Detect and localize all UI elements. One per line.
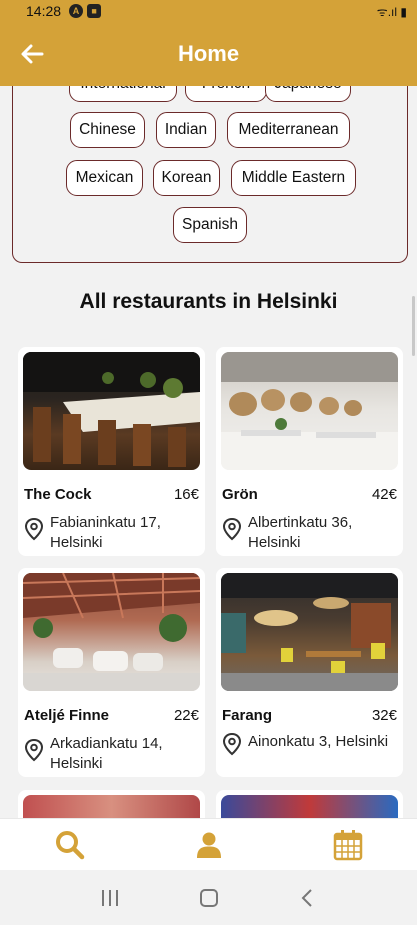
scroll-indicator: [412, 296, 415, 356]
restaurant-photo: [221, 352, 398, 470]
chip-mexican[interactable]: Mexican: [66, 160, 143, 196]
restaurant-price: 42€: [371, 486, 397, 503]
back-icon[interactable]: [297, 887, 319, 909]
restaurant-photo: [23, 352, 200, 470]
location-pin-icon: [222, 517, 242, 541]
section-title: All restaurants in Helsinki: [79, 290, 338, 313]
page-title: Home: [177, 41, 240, 66]
status-indicators: ᯤ.ıl ▮: [376, 4, 407, 19]
restaurant-name: The Cock: [24, 486, 92, 503]
restaurant-name: Farang: [222, 707, 273, 724]
back-arrow-icon[interactable]: [18, 40, 46, 68]
restaurant-address: Ainonkatu 3, Helsinki: [248, 733, 389, 750]
restaurant-address: Arkadiankatu 14, Helsinki: [50, 735, 163, 772]
restaurant-name: Grön: [222, 486, 258, 503]
nav-calendar-button[interactable]: [318, 822, 378, 868]
chip-chinese[interactable]: Chinese: [70, 112, 145, 148]
recent-apps-icon[interactable]: [99, 888, 121, 908]
calendar-icon: [333, 829, 362, 860]
restaurant-photo: [221, 573, 398, 691]
restaurant-photo: [23, 573, 200, 691]
cuisine-filter-panel: International French Japanese Chinese In…: [12, 60, 408, 263]
bottom-navigation: [0, 818, 417, 870]
restaurant-address: Albertinkatu 36, Helsinki: [248, 514, 353, 551]
restaurant-price: 22€: [173, 707, 199, 724]
status-bar: 14:28 A ■ ᯤ.ıl ▮: [0, 0, 417, 22]
location-pin-icon: [24, 738, 44, 762]
app-icon: ■: [87, 4, 102, 18]
restaurant-price: 32€: [371, 707, 397, 724]
chip-middle-eastern[interactable]: Middle Eastern: [231, 160, 356, 196]
home-icon[interactable]: [198, 887, 220, 909]
restaurant-card[interactable]: Ateljé Finne 22€ Arkadiankatu 14, Helsin…: [18, 568, 205, 777]
system-navigation-bar: [0, 870, 417, 925]
app-bar: Home: [0, 22, 417, 86]
nav-search-button[interactable]: [40, 822, 100, 868]
status-time: 14:28: [26, 3, 62, 19]
restaurant-card[interactable]: Farang 32€ Ainonkatu 3, Helsinki: [216, 568, 403, 777]
profile-icon: [196, 832, 221, 858]
chip-korean[interactable]: Korean: [153, 160, 220, 196]
location-pin-icon: [222, 732, 242, 756]
location-pin-icon: [24, 517, 44, 541]
search-icon: [55, 830, 84, 859]
chip-indian[interactable]: Indian: [156, 112, 216, 148]
restaurant-name: Ateljé Finne: [24, 707, 110, 724]
restaurant-address: Fabianinkatu 17, Helsinki: [50, 514, 161, 551]
restaurant-card[interactable]: Grön 42€ Albertinkatu 36, Helsinki: [216, 347, 403, 556]
a-icon: A: [69, 4, 84, 18]
restaurant-card[interactable]: The Cock 16€ Fabianinkatu 17, Helsinki: [18, 347, 205, 556]
restaurant-price: 16€: [173, 486, 199, 503]
chip-mediterranean[interactable]: Mediterranean: [227, 112, 350, 148]
chip-spanish[interactable]: Spanish: [173, 207, 247, 243]
nav-profile-button[interactable]: [179, 822, 239, 868]
